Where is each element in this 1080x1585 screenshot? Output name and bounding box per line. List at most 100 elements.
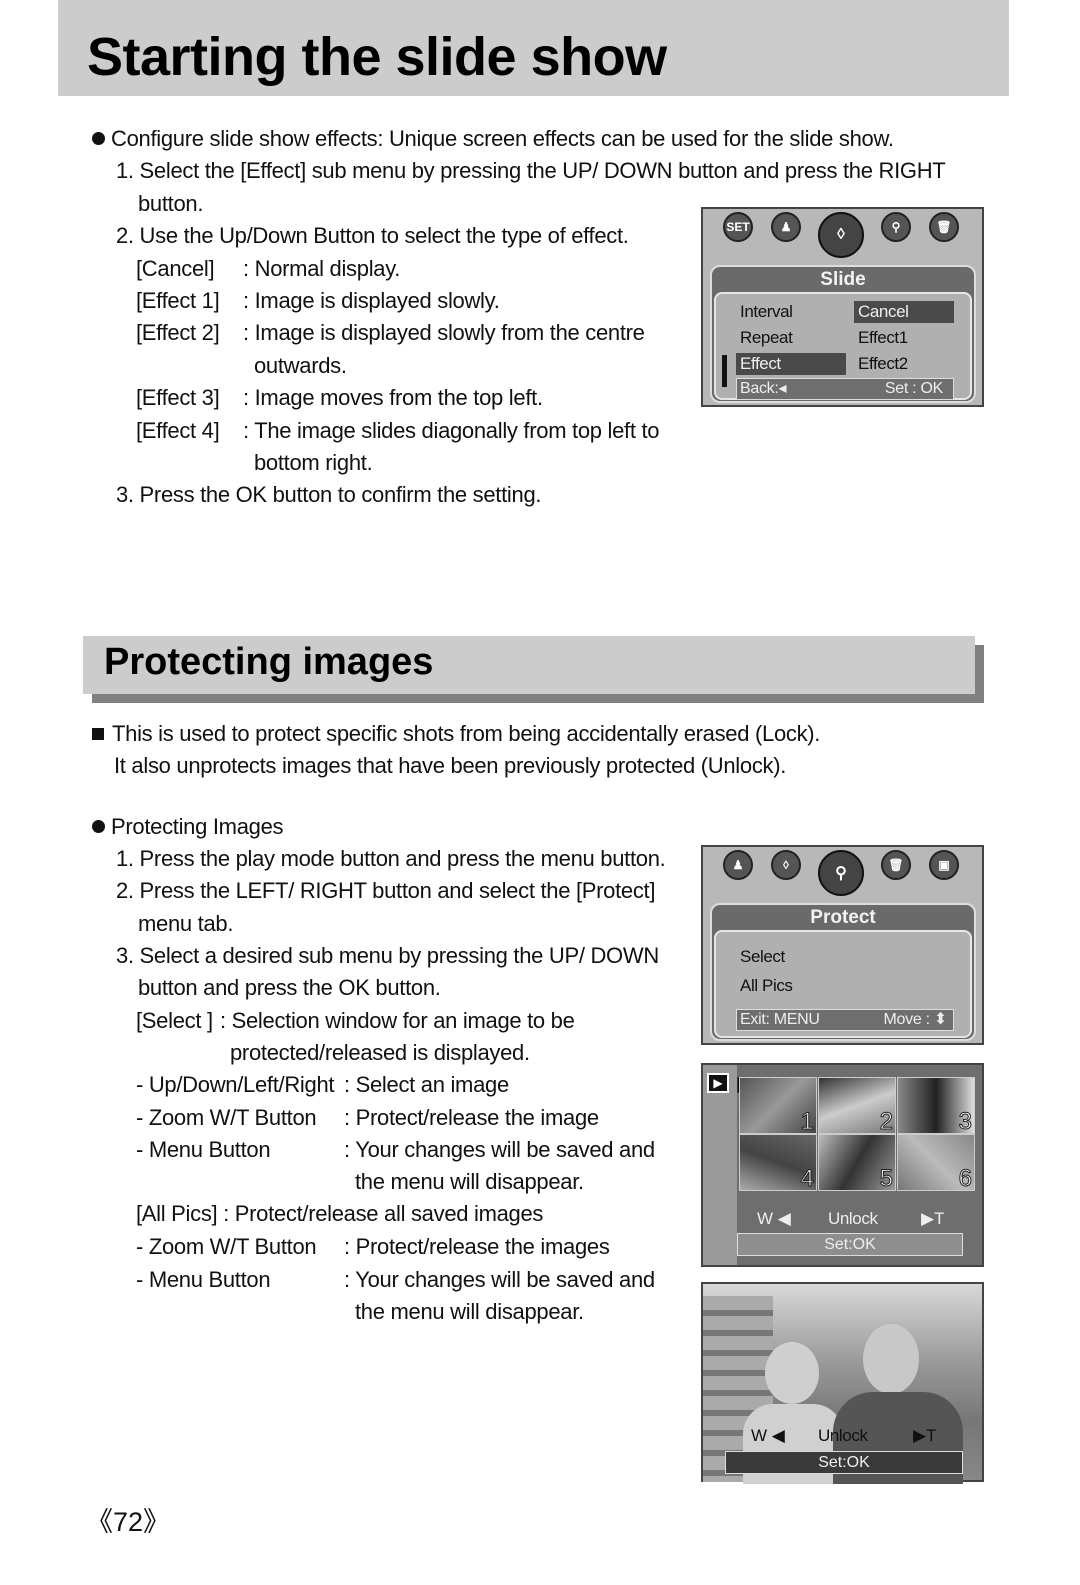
thumbnail-number: 5 [879, 1165, 893, 1191]
effect-key: [Effect 4] [136, 418, 220, 443]
subheading: Protecting Images [92, 811, 284, 843]
select-key: [Select ] [136, 1008, 213, 1033]
page-title: Starting the slide show [87, 27, 667, 87]
control-key: - Menu Button [136, 1137, 271, 1162]
set-hint: Set : OK [884, 380, 943, 397]
thumbnail[interactable]: 5 [818, 1134, 896, 1191]
control-desc: : Protect/release the images [344, 1234, 610, 1259]
step-1: 1. Press the play mode button and press … [116, 846, 666, 871]
key-icon: ⚲ [818, 850, 864, 896]
thumbnail[interactable]: 3 [897, 1077, 975, 1134]
menu-item-interval[interactable]: Interval [736, 301, 846, 323]
resize-icon: ▣ [929, 850, 959, 880]
delete-icon: 🗑 [929, 212, 959, 242]
step-3: 3. Press the OK button to confirm the se… [116, 482, 542, 507]
set-ok-bar[interactable]: Set:OK [737, 1233, 963, 1256]
effect-key: [Cancel] [136, 256, 215, 281]
intro-line: Configure slide show effects: Unique scr… [92, 123, 894, 155]
control-key: - Zoom W/T Button [136, 1105, 317, 1130]
photo-woman-face [765, 1342, 819, 1404]
screen-left-strip [703, 1065, 737, 1265]
zoom-t-hint: ▶T [921, 1209, 945, 1228]
step-2: 2. Use the Up/Down Button to select the … [116, 223, 629, 248]
delete-icon: 🗑 [881, 850, 911, 880]
menu-item-effect[interactable]: Effect [736, 353, 846, 375]
effect-desc: : Image is displayed slowly. [243, 288, 500, 313]
protect-menu-panel: Protect Select All Pics Exit: MENU Move … [710, 903, 976, 1041]
control-key: - Menu Button [136, 1267, 271, 1292]
menu-tab-row: ♟ ◊ ⚲ 🗑 ▣ [703, 847, 982, 907]
control-desc: : Protect/release the image [344, 1105, 599, 1130]
set-ok-bar[interactable]: Set:OK [725, 1451, 963, 1474]
thumbnail[interactable]: 6 [897, 1134, 975, 1191]
section-header-slideshow: Starting the slide show [58, 0, 1009, 96]
square-bullet-icon [92, 728, 104, 740]
menu-item-all-pics[interactable]: All Pics [736, 975, 936, 997]
move-hint: Move : ⬍ [883, 1011, 948, 1028]
menu-body: Select All Pics Exit: MENU Move : ⬍ [714, 930, 972, 1038]
back-hint: Back:◂ [740, 380, 787, 397]
thumbnail[interactable]: 4 [739, 1134, 817, 1191]
intro-text: This is used to protect specific shots f… [112, 721, 821, 746]
slide-icon: ◊ [818, 212, 864, 258]
set-icon: SET [723, 212, 753, 242]
option-effect1[interactable]: Effect1 [854, 327, 954, 349]
lock-status: Unlock [818, 1426, 868, 1445]
step-1: 1. Select the [Effect] sub menu by press… [116, 158, 946, 183]
control-desc-cont: the menu will disappear. [355, 1169, 584, 1194]
zoom-w-hint: W ◀ [751, 1426, 785, 1445]
slide-menu-screen: SET ♟ ◊ ⚲ 🗑 Slide Interval Cancel Repeat… [701, 207, 984, 407]
control-key: - Zoom W/T Button [136, 1234, 317, 1259]
single-image-screen: W ◀ Unlock ▶T Set:OK [701, 1282, 984, 1484]
control-desc: : Your changes will be saved and [344, 1267, 655, 1292]
select-desc: : Selection window for an image to be [220, 1008, 575, 1033]
effect-desc: : Image is displayed slowly from the cen… [243, 320, 645, 345]
step-2-cont: menu tab. [138, 911, 234, 936]
control-desc: : Your changes will be saved and [344, 1137, 655, 1162]
play-mode-icon: ▶ [707, 1073, 729, 1093]
subheading-text: Protecting Images [111, 814, 284, 839]
effect-desc: : The image slides diagonally from top l… [243, 418, 660, 443]
effect-desc-cont: bottom right. [254, 450, 373, 475]
select-desc-cont: protected/released is displayed. [230, 1040, 530, 1065]
step-3-cont: button and press the OK button. [138, 975, 441, 1000]
step-3: 3. Select a desired sub menu by pressing… [116, 943, 659, 968]
zoom-w-hint: W ◀ [757, 1209, 791, 1228]
menu-title: Slide [820, 269, 866, 290]
exit-hint: Exit: MENU [740, 1011, 820, 1028]
thumbnail-number: 3 [958, 1108, 972, 1134]
protect-intro-2: It also unprotects images that have been… [114, 753, 787, 778]
thumbnail-screen: ▶ 1 2 3 4 5 6 W ◀ Unlock ▶T Set:OK [701, 1063, 984, 1267]
slide-icon: ◊ [771, 850, 801, 880]
control-desc: : Select an image [344, 1072, 509, 1097]
menu-footer: Exit: MENU Move : ⬍ [736, 1009, 954, 1031]
menu-tab-row: SET ♟ ◊ ⚲ 🗑 [703, 209, 982, 269]
bullet-icon [92, 820, 105, 833]
thumbnail-number: 4 [800, 1165, 814, 1191]
effect-desc-cont: outwards. [254, 353, 347, 378]
key-icon: ⚲ [881, 212, 911, 242]
effect-desc: : Image moves from the top left. [243, 385, 543, 410]
menu-item-select[interactable]: Select [736, 946, 936, 968]
menu-item-repeat[interactable]: Repeat [736, 327, 846, 349]
scroll-indicator [722, 355, 727, 387]
photo-man-face [863, 1324, 919, 1394]
option-effect2[interactable]: Effect2 [854, 353, 954, 375]
menu-footer: Back:◂ Set : OK [736, 378, 954, 400]
effect-key: [Effect 3] [136, 385, 220, 410]
person-camera-icon: ♟ [771, 212, 801, 242]
thumbnail[interactable]: 2 [818, 1077, 896, 1134]
intro-text: Configure slide show effects: Unique scr… [111, 126, 894, 151]
person-camera-icon: ♟ [723, 850, 753, 880]
thumbnail-number: 6 [958, 1165, 972, 1191]
thumbnail[interactable]: 1 [739, 1077, 817, 1134]
step-2: 2. Press the LEFT/ RIGHT button and sele… [116, 878, 656, 903]
section-title: Protecting images [104, 641, 434, 683]
page-number: 《72》 [86, 1507, 171, 1537]
section-header-protect: Protecting images [83, 636, 975, 694]
menu-body: Interval Cancel Repeat Effect1 Effect Ef… [714, 292, 972, 400]
option-cancel[interactable]: Cancel [854, 301, 954, 323]
menu-title: Protect [810, 907, 876, 928]
protect-menu-screen: ♟ ◊ ⚲ 🗑 ▣ Protect Select All Pics Exit: … [701, 845, 984, 1045]
bullet-icon [92, 132, 105, 145]
